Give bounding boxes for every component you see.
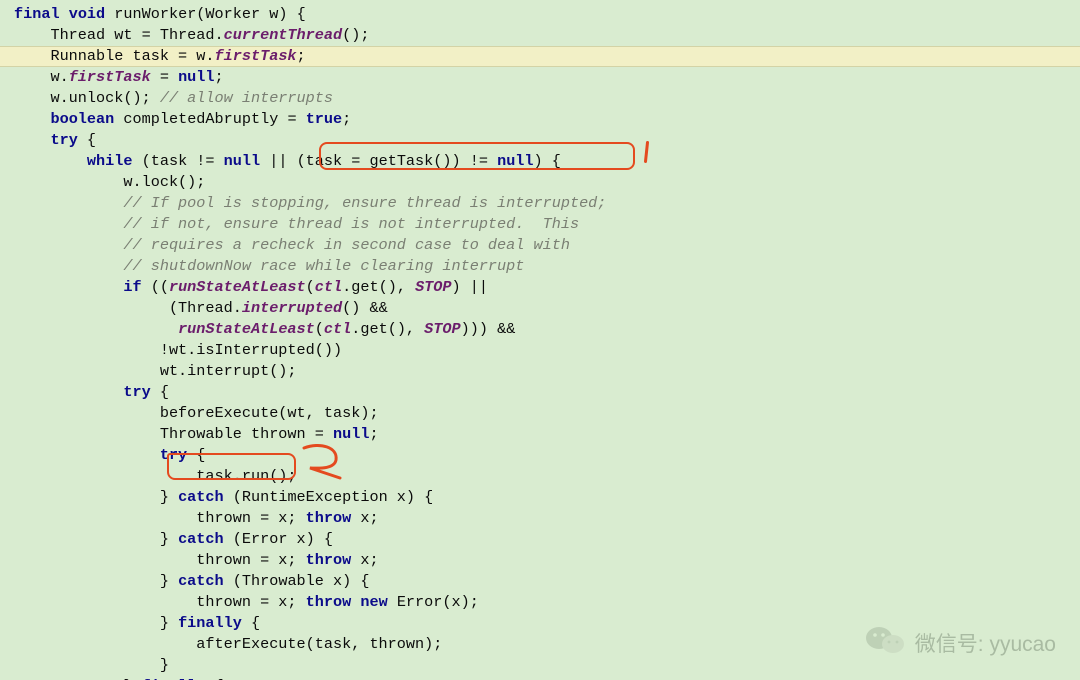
highlighted-line: Runnable task = w.firstTask; bbox=[0, 46, 1080, 67]
code-block: final void runWorker(Worker w) { Thread … bbox=[0, 0, 1080, 680]
